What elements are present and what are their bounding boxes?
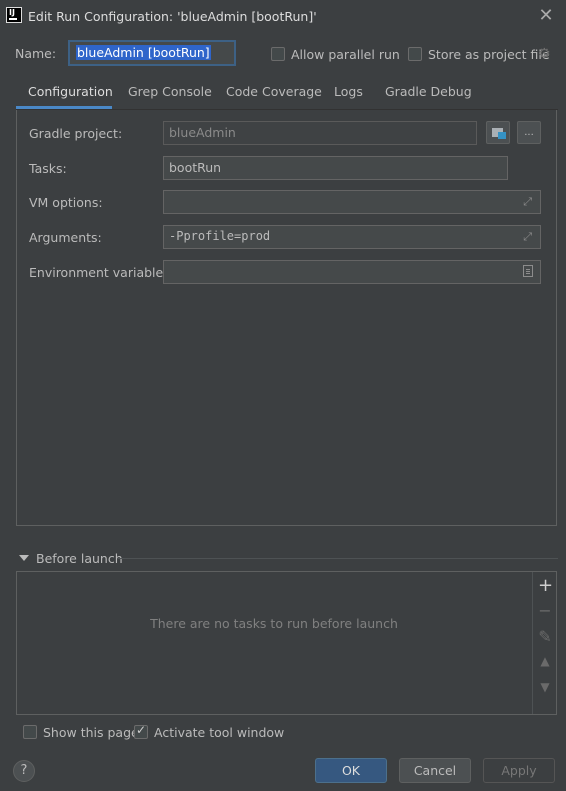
move-up-icon[interactable]: ▲ (538, 654, 552, 668)
window-title: Edit Run Configuration: 'blueAdmin [boot… (28, 9, 317, 24)
add-icon[interactable]: + (538, 575, 553, 596)
store-as-project-file-checkbox[interactable] (408, 47, 422, 61)
folder-icon (492, 128, 506, 139)
before-launch-separator (118, 558, 558, 559)
tab-gradle-debug[interactable]: Gradle Debug (385, 84, 472, 99)
move-down-icon[interactable]: ▼ (538, 680, 552, 694)
apply-button[interactable]: Apply (483, 758, 555, 783)
expand-icon[interactable]: ⤢ (523, 195, 532, 209)
intellij-icon: IJ (6, 7, 22, 23)
ok-button[interactable]: OK (315, 758, 387, 783)
arguments-label: Arguments: (29, 230, 102, 245)
name-label: Name: (15, 46, 57, 61)
gear-icon[interactable]: ⚙ (538, 46, 551, 62)
close-icon[interactable]: ✕ (536, 6, 556, 26)
name-input[interactable]: blueAdmin [bootRun] (68, 40, 236, 66)
show-this-page-label[interactable]: Show this page (43, 725, 139, 740)
help-icon[interactable]: ? (13, 760, 35, 782)
tasks-field[interactable]: bootRun (163, 156, 508, 180)
edit-document-icon[interactable] (523, 265, 533, 277)
before-launch-panel (16, 571, 557, 715)
select-gradle-project-button[interactable] (486, 121, 510, 144)
name-input-value: blueAdmin [bootRun] (76, 45, 211, 60)
vm-options-label: VM options: (29, 195, 103, 210)
tasks-label: Tasks: (29, 161, 67, 176)
tab-logs[interactable]: Logs (334, 84, 363, 99)
allow-parallel-label[interactable]: Allow parallel run (291, 47, 400, 62)
tab-configuration[interactable]: Configuration (28, 84, 113, 99)
tab-grep-console[interactable]: Grep Console (128, 84, 212, 99)
environment-variables-label: Environment variables: (29, 265, 174, 280)
remove-icon[interactable]: − (538, 601, 552, 620)
collapse-triangle-icon[interactable] (19, 555, 29, 561)
edit-icon[interactable]: ✎ (538, 627, 552, 646)
before-launch-empty-text: There are no tasks to run before launch (150, 616, 398, 631)
before-launch-title[interactable]: Before launch (36, 551, 123, 566)
cancel-button[interactable]: Cancel (399, 758, 471, 783)
before-launch-toolbar-divider (532, 572, 533, 714)
environment-variables-field[interactable] (163, 260, 541, 284)
arguments-field[interactable]: -Pprofile=prod ⤢ (163, 225, 541, 249)
expand-icon[interactable]: ⤢ (523, 230, 532, 244)
vm-options-field[interactable]: ⤢ (163, 190, 541, 214)
activate-tool-window-checkbox[interactable] (134, 723, 148, 739)
arguments-value: -Pprofile=prod (169, 229, 271, 243)
show-this-page-checkbox[interactable] (23, 725, 37, 739)
store-as-project-file-label[interactable]: Store as project file (428, 47, 550, 62)
activate-tool-window-label[interactable]: Activate tool window (154, 725, 284, 740)
gradle-project-label: Gradle project: (29, 126, 123, 141)
allow-parallel-checkbox[interactable] (271, 47, 285, 61)
gradle-project-field[interactable]: blueAdmin (163, 121, 477, 145)
browse-button[interactable]: ... (517, 121, 541, 144)
tab-code-coverage[interactable]: Code Coverage (226, 84, 322, 99)
active-tab-indicator (16, 106, 112, 109)
